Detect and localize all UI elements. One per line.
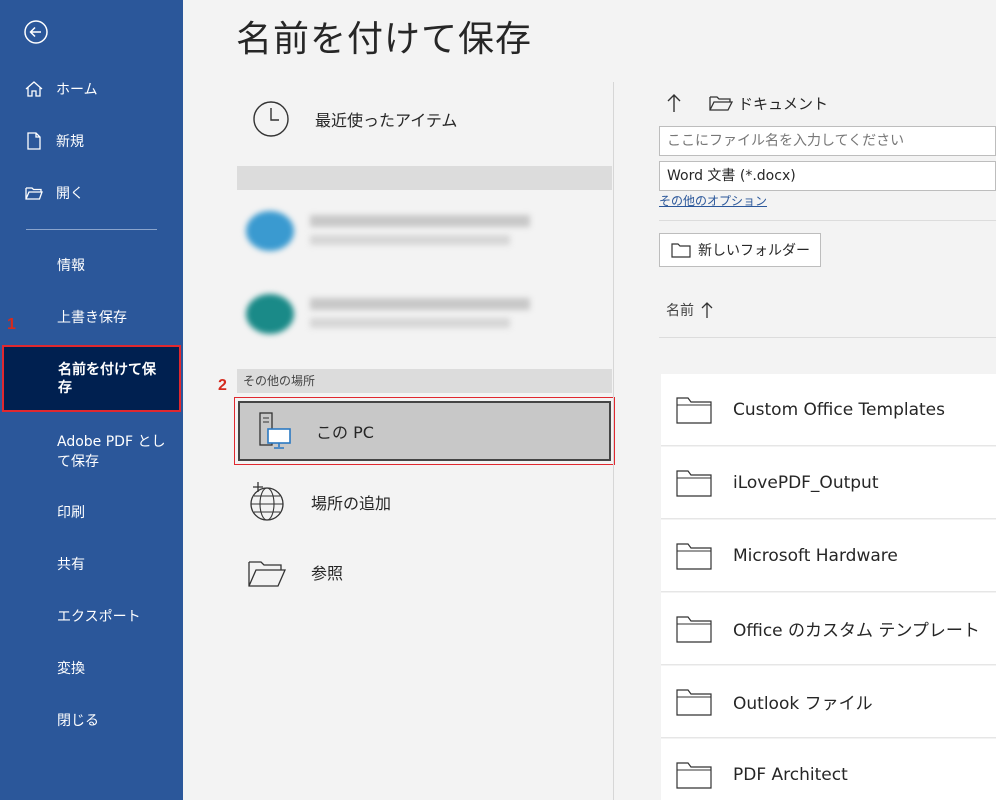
right-separator — [659, 220, 996, 221]
path-breadcrumb[interactable]: ドキュメント — [738, 93, 828, 114]
folder-name: iLovePDF_Output — [733, 472, 879, 493]
more-options-link[interactable]: その他のオプション — [659, 192, 767, 209]
folder-row[interactable]: Outlook ファイル — [661, 666, 996, 738]
new-folder-label: 新しいフォルダー — [698, 243, 810, 259]
nav-print[interactable]: 印刷 — [57, 503, 167, 523]
folder-row[interactable]: Microsoft Hardware — [661, 520, 996, 592]
folder-icon — [709, 96, 734, 111]
folder-name: Outlook ファイル — [733, 694, 873, 714]
nav-home-label: ホーム — [56, 82, 98, 98]
path-bar: ドキュメント — [664, 92, 828, 114]
blurred-location-2[interactable] — [240, 288, 610, 348]
computer-icon — [246, 405, 298, 457]
back-button[interactable] — [22, 18, 50, 46]
site-icon — [246, 294, 294, 334]
backstage-sidebar: ホーム 新規 開く 情報 上書き保存 1 名前を付けて保存 Adobe PDF … — [0, 0, 183, 800]
nav-save-as[interactable]: 名前を付けて保存 — [2, 345, 181, 412]
location-recent[interactable]: 最近使ったアイテム — [237, 93, 612, 145]
open-folder-icon — [24, 183, 44, 203]
name-column-header[interactable]: 名前 — [666, 300, 714, 320]
new-folder-button[interactable]: 新しいフォルダー — [659, 233, 821, 267]
folder-icon — [675, 614, 713, 644]
home-icon — [24, 79, 44, 99]
new-folder-icon — [671, 243, 691, 258]
location-this-pc-inner: この PC — [238, 401, 611, 461]
filetype-select[interactable]: Word 文書 (*.docx) — [659, 161, 996, 191]
nav-new-label: 新規 — [56, 134, 84, 150]
location-browse-label: 参照 — [311, 564, 344, 583]
other-locations-header: その他の場所 — [237, 369, 612, 393]
up-arrow-icon[interactable] — [664, 92, 684, 114]
page-title: 名前を付けて保存 — [236, 19, 533, 60]
clock-icon — [245, 93, 297, 145]
step-marker-1: 1 — [7, 316, 16, 333]
back-arrow-icon — [24, 20, 48, 44]
nav-open-label: 開く — [56, 186, 84, 202]
nav-close[interactable]: 閉じる — [57, 711, 167, 731]
location-add-place[interactable]: 場所の追加 — [237, 476, 612, 528]
blurred-location-1[interactable] — [240, 205, 610, 265]
folder-icon — [675, 468, 713, 498]
blurred-text — [310, 215, 530, 227]
header-separator — [659, 337, 996, 338]
blurred-text — [310, 298, 530, 310]
blurred-text — [310, 318, 510, 328]
location-browse[interactable]: 参照 — [237, 546, 612, 598]
folder-icon — [675, 687, 713, 717]
location-this-pc-label: この PC — [316, 423, 374, 442]
nav-save[interactable]: 上書き保存 — [57, 308, 167, 328]
name-column-label: 名前 — [666, 303, 694, 319]
folder-name: PDF Architect — [733, 764, 848, 785]
location-add-place-label: 場所の追加 — [311, 494, 392, 513]
location-recent-label: 最近使ったアイテム — [315, 111, 458, 130]
sort-ascending-icon — [701, 302, 713, 318]
cloud-icon — [246, 211, 294, 251]
pane-divider — [613, 82, 614, 800]
blurred-section-header — [237, 166, 612, 190]
folder-name: Custom Office Templates — [733, 399, 945, 420]
folder-row[interactable]: PDF Architect — [661, 739, 996, 800]
filename-input[interactable] — [659, 126, 996, 156]
location-this-pc[interactable]: この PC — [234, 397, 615, 465]
folder-name: Office のカスタム テンプレート — [733, 621, 980, 641]
browse-folder-icon — [241, 546, 293, 598]
blurred-text — [310, 235, 510, 245]
nav-transform[interactable]: 変換 — [57, 659, 167, 679]
nav-info[interactable]: 情報 — [57, 256, 167, 276]
folder-name: Microsoft Hardware — [733, 545, 898, 566]
folder-row[interactable]: iLovePDF_Output — [661, 447, 996, 519]
globe-add-icon — [241, 476, 293, 528]
nav-open[interactable]: 開く — [0, 182, 183, 204]
folder-icon — [675, 541, 713, 571]
folder-icon — [675, 395, 713, 425]
folder-row[interactable]: Office のカスタム テンプレート — [661, 593, 996, 665]
nav-share[interactable]: 共有 — [57, 555, 167, 575]
step-marker-2: 2 — [218, 377, 227, 394]
folder-row[interactable]: Custom Office Templates — [661, 374, 996, 446]
nav-home[interactable]: ホーム — [0, 78, 183, 100]
nav-new[interactable]: 新規 — [0, 130, 183, 152]
folder-icon — [675, 760, 713, 790]
nav-export[interactable]: エクスポート — [57, 607, 167, 627]
nav-save-adobe-pdf[interactable]: Adobe PDF として保存 — [57, 432, 167, 472]
sidebar-divider — [26, 229, 157, 230]
nav-save-as-label: 名前を付けて保存 — [58, 362, 156, 396]
new-document-icon — [24, 131, 44, 151]
